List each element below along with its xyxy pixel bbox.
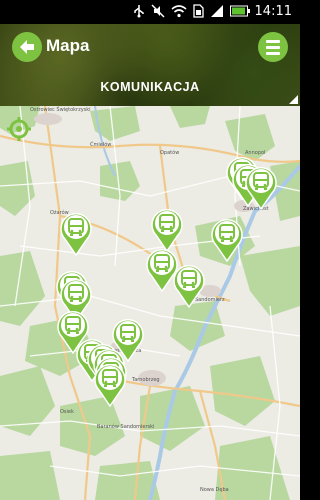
tab-dropdown-indicator-icon xyxy=(289,95,298,104)
bus-stop-pin-icon[interactable] xyxy=(93,361,127,407)
sim-icon xyxy=(193,4,204,18)
map-label: Baranów Sandomierski xyxy=(97,423,154,430)
map-label: Ostrowiec Świętokrzyski xyxy=(30,106,91,113)
status-bar: 14:11 xyxy=(0,0,300,24)
bus-stop-pin-icon[interactable] xyxy=(172,262,206,308)
arrow-left-icon xyxy=(20,40,34,54)
my-location-button[interactable] xyxy=(6,116,32,142)
wifi-icon xyxy=(171,5,187,18)
signal-icon xyxy=(211,5,223,17)
menu-button[interactable] xyxy=(258,32,288,62)
map-label: Osiek xyxy=(60,409,74,415)
battery-icon xyxy=(230,5,250,17)
page-title: Mapa xyxy=(46,36,90,55)
silent-icon xyxy=(151,4,165,18)
bus-stop-pin-icon[interactable] xyxy=(244,164,278,210)
tab-komunikacja[interactable]: KOMUNIKACJA xyxy=(0,80,300,94)
app-header: Mapa KOMUNIKACJA xyxy=(0,24,300,106)
bus-stop-pin-icon[interactable] xyxy=(210,216,244,262)
map-label: Ćmielów xyxy=(90,141,111,148)
menu-icon xyxy=(266,39,280,43)
status-icons xyxy=(133,4,250,18)
map-label: Opatów xyxy=(160,149,179,156)
map-label: Tarnobrzeg xyxy=(131,377,160,383)
crosshair-icon xyxy=(7,117,31,141)
map-view[interactable]: Ostrowiec Świętokrzyski Ćmielów Ożarów O… xyxy=(0,106,300,500)
bus-stop-pin-icon[interactable] xyxy=(59,210,93,256)
map-label: Nowa Dęba xyxy=(200,487,229,493)
status-time: 14:11 xyxy=(254,4,292,19)
usb-icon xyxy=(134,5,144,18)
back-button[interactable] xyxy=(12,32,42,62)
